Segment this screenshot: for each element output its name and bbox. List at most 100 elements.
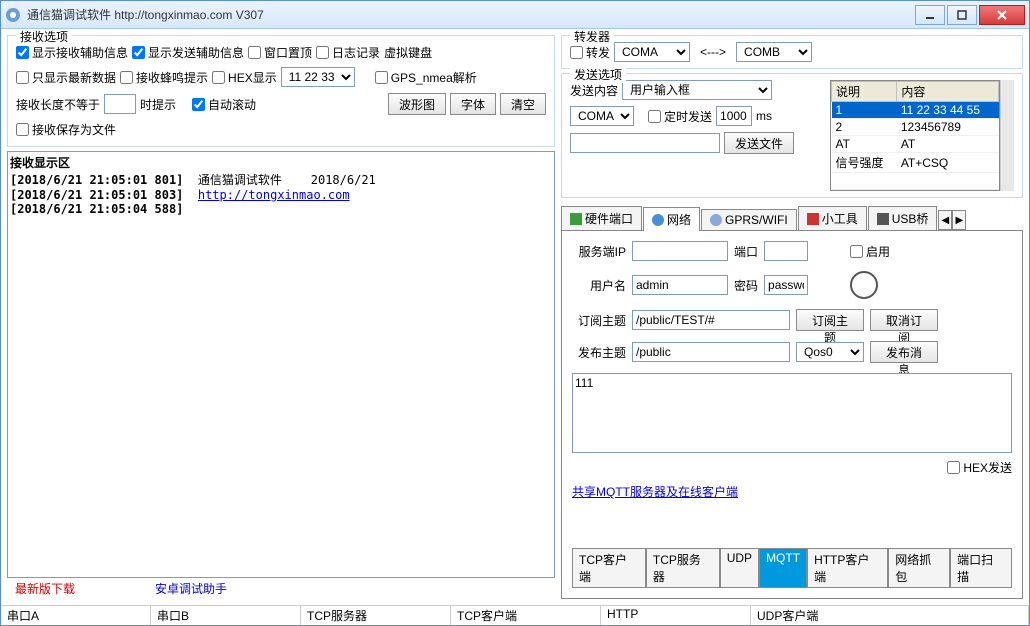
ms-label: ms — [756, 109, 772, 123]
hex-sample-select[interactable]: 11 22 33 — [281, 67, 355, 87]
publish-button[interactable]: 发布消息 — [870, 341, 938, 363]
recv-len-label: 接收长度不等于 — [16, 96, 100, 113]
network-panel: 服务端IP 端口 启用 用户名 密码 订阅主题 — [561, 231, 1023, 599]
port-input[interactable] — [764, 241, 808, 261]
wifi-icon — [710, 214, 722, 226]
table-row[interactable]: 111 22 33 44 55 — [832, 102, 999, 119]
minimize-button[interactable] — [915, 5, 945, 25]
log-header: 接收显示区 — [10, 154, 552, 171]
status-http: HTTP — [601, 606, 751, 625]
send-content-select[interactable]: 用户输入框 — [622, 80, 772, 100]
globe-icon — [652, 214, 664, 226]
qos-select[interactable]: Qos0 — [796, 342, 864, 362]
timed-send-checkbox[interactable]: 定时发送 — [648, 108, 712, 125]
status-tcp-server: TCP服务器 — [301, 606, 451, 625]
table-scrollbar[interactable] — [1000, 80, 1014, 191]
latest-version-link[interactable]: 最新版下载 — [15, 580, 75, 597]
table-row[interactable]: 信号强度AT+CSQ — [832, 153, 999, 173]
forwarder-group: 转发器 转发 COMA <---> COMB — [561, 35, 1023, 69]
subtab-mqtt[interactable]: MQTT — [759, 549, 807, 588]
font-button[interactable]: 字体 — [450, 93, 496, 115]
protocol-sub-tabs: TCP客户端 TCP服务器 UDP MQTT HTTP客户端 网络抓包 端口扫描 — [572, 548, 1012, 588]
forward-b-select[interactable]: COMB — [736, 42, 812, 62]
subtab-port-scan[interactable]: 端口扫描 — [950, 549, 1012, 588]
log-line: [2018/6/21 21:05:01 801] 通信猫调试软件 2018/6/… — [10, 171, 552, 188]
forward-checkbox[interactable]: 转发 — [570, 44, 610, 61]
subtab-udp[interactable]: UDP — [720, 549, 759, 588]
log-link[interactable]: http://tongxinmao.com — [198, 188, 350, 202]
forward-a-select[interactable]: COMA — [614, 42, 690, 62]
receive-options-title: 接收选项 — [16, 29, 72, 45]
unsubscribe-button[interactable]: 取消订阅 — [870, 309, 938, 331]
username-input[interactable] — [632, 275, 728, 295]
show-send-aux-checkbox[interactable]: 显示发送辅助信息 — [132, 44, 244, 61]
main-window: 通信猫调试软件 http://tongxinmao.com V307 接收选项 … — [0, 0, 1030, 626]
recv-len-input[interactable] — [104, 94, 136, 114]
tab-scroll-right[interactable]: ▶ — [952, 210, 966, 230]
interval-input[interactable] — [716, 106, 752, 126]
status-udp-client: UDP客户端 — [751, 606, 1029, 625]
send-port-select[interactable]: COMA — [570, 106, 634, 126]
tab-hardware-port[interactable]: 硬件端口 — [561, 206, 642, 230]
send-file-path-input[interactable] — [570, 133, 720, 153]
send-options-title: 发送选项 — [570, 66, 626, 83]
hex-display-checkbox[interactable]: HEX显示 — [212, 69, 277, 86]
status-com-a: 串口A — [1, 606, 151, 625]
send-content-label: 发送内容 — [570, 82, 618, 99]
maximize-button[interactable] — [947, 5, 977, 25]
only-latest-checkbox[interactable]: 只显示最新数据 — [16, 69, 116, 86]
tab-scroll-left[interactable]: ◀ — [938, 210, 952, 230]
send-file-button[interactable]: 发送文件 — [724, 132, 794, 154]
connection-tabs: 硬件端口 网络 GPRS/WIFI 小工具 USB桥 ◀ ▶ — [561, 206, 1023, 231]
enable-checkbox[interactable]: 启用 — [850, 243, 890, 260]
share-mqtt-link[interactable]: 共享MQTT服务器及在线客户端 — [572, 483, 1012, 500]
send-options-group: 发送选项 发送内容 用户输入框 COMA 定时发送 ms — [561, 73, 1023, 198]
log-record-checkbox[interactable]: 日志记录 — [316, 44, 380, 61]
log-line: [2018/6/21 21:05:04 588] — [10, 202, 552, 216]
message-textarea[interactable]: 111 — [572, 373, 1012, 453]
show-recv-aux-checkbox[interactable]: 显示接收辅助信息 — [16, 44, 128, 61]
username-label: 用户名 — [572, 277, 626, 294]
android-helper-link[interactable]: 安卓调试助手 — [155, 580, 227, 597]
tab-usb-bridge[interactable]: USB桥 — [868, 206, 938, 230]
status-com-b: 串口B — [151, 606, 301, 625]
connect-indicator[interactable] — [850, 271, 878, 299]
then-hint-label: 时提示 — [140, 96, 176, 113]
pub-topic-input[interactable] — [632, 342, 790, 362]
receive-log-area[interactable]: 接收显示区 [2018/6/21 21:05:01 801] 通信猫调试软件 2… — [7, 151, 555, 578]
waveform-button[interactable]: 波形图 — [388, 93, 446, 115]
password-label: 密码 — [734, 277, 758, 294]
close-button[interactable] — [979, 5, 1025, 25]
beep-checkbox[interactable]: 接收蜂鸣提示 — [120, 69, 208, 86]
subtab-tcp-server[interactable]: TCP服务器 — [646, 549, 720, 588]
save-to-file-checkbox[interactable]: 接收保存为文件 — [16, 121, 116, 138]
tab-gprs-wifi[interactable]: GPRS/WIFI — [701, 209, 797, 230]
gps-checkbox[interactable]: GPS_nmea解析 — [375, 69, 477, 86]
table-row[interactable]: ATAT — [832, 136, 999, 153]
autoscroll-checkbox[interactable]: 自动滚动 — [192, 96, 256, 113]
subtab-packet-capture[interactable]: 网络抓包 — [888, 549, 950, 588]
app-icon — [5, 7, 21, 23]
tab-tools[interactable]: 小工具 — [798, 206, 867, 230]
virtual-keyboard-label[interactable]: 虚拟键盘 — [384, 44, 432, 61]
port-label: 端口 — [734, 243, 758, 260]
clear-button[interactable]: 清空 — [500, 93, 546, 115]
server-ip-input[interactable] — [632, 241, 728, 261]
sub-topic-label: 订阅主题 — [572, 312, 626, 329]
sub-topic-input[interactable] — [632, 310, 790, 330]
table-row[interactable] — [832, 173, 999, 190]
usb-icon — [877, 213, 889, 225]
preset-table[interactable]: 说明内容 111 22 33 44 55 2123456789 ATAT 信号强… — [830, 80, 1000, 191]
subtab-tcp-client[interactable]: TCP客户端 — [572, 549, 646, 588]
password-input[interactable] — [764, 275, 808, 295]
topmost-checkbox[interactable]: 窗口置顶 — [248, 44, 312, 61]
table-row[interactable]: 2123456789 — [832, 119, 999, 136]
window-title: 通信猫调试软件 http://tongxinmao.com V307 — [27, 6, 915, 23]
subtab-http-client[interactable]: HTTP客户端 — [807, 549, 888, 588]
toolbox-icon — [807, 213, 819, 225]
titlebar: 通信猫调试软件 http://tongxinmao.com V307 — [1, 1, 1029, 29]
forward-arrows: <---> — [694, 45, 732, 59]
hex-send-checkbox[interactable]: HEX发送 — [947, 459, 1012, 476]
tab-network[interactable]: 网络 — [643, 207, 700, 231]
subscribe-button[interactable]: 订阅主题 — [796, 309, 864, 331]
